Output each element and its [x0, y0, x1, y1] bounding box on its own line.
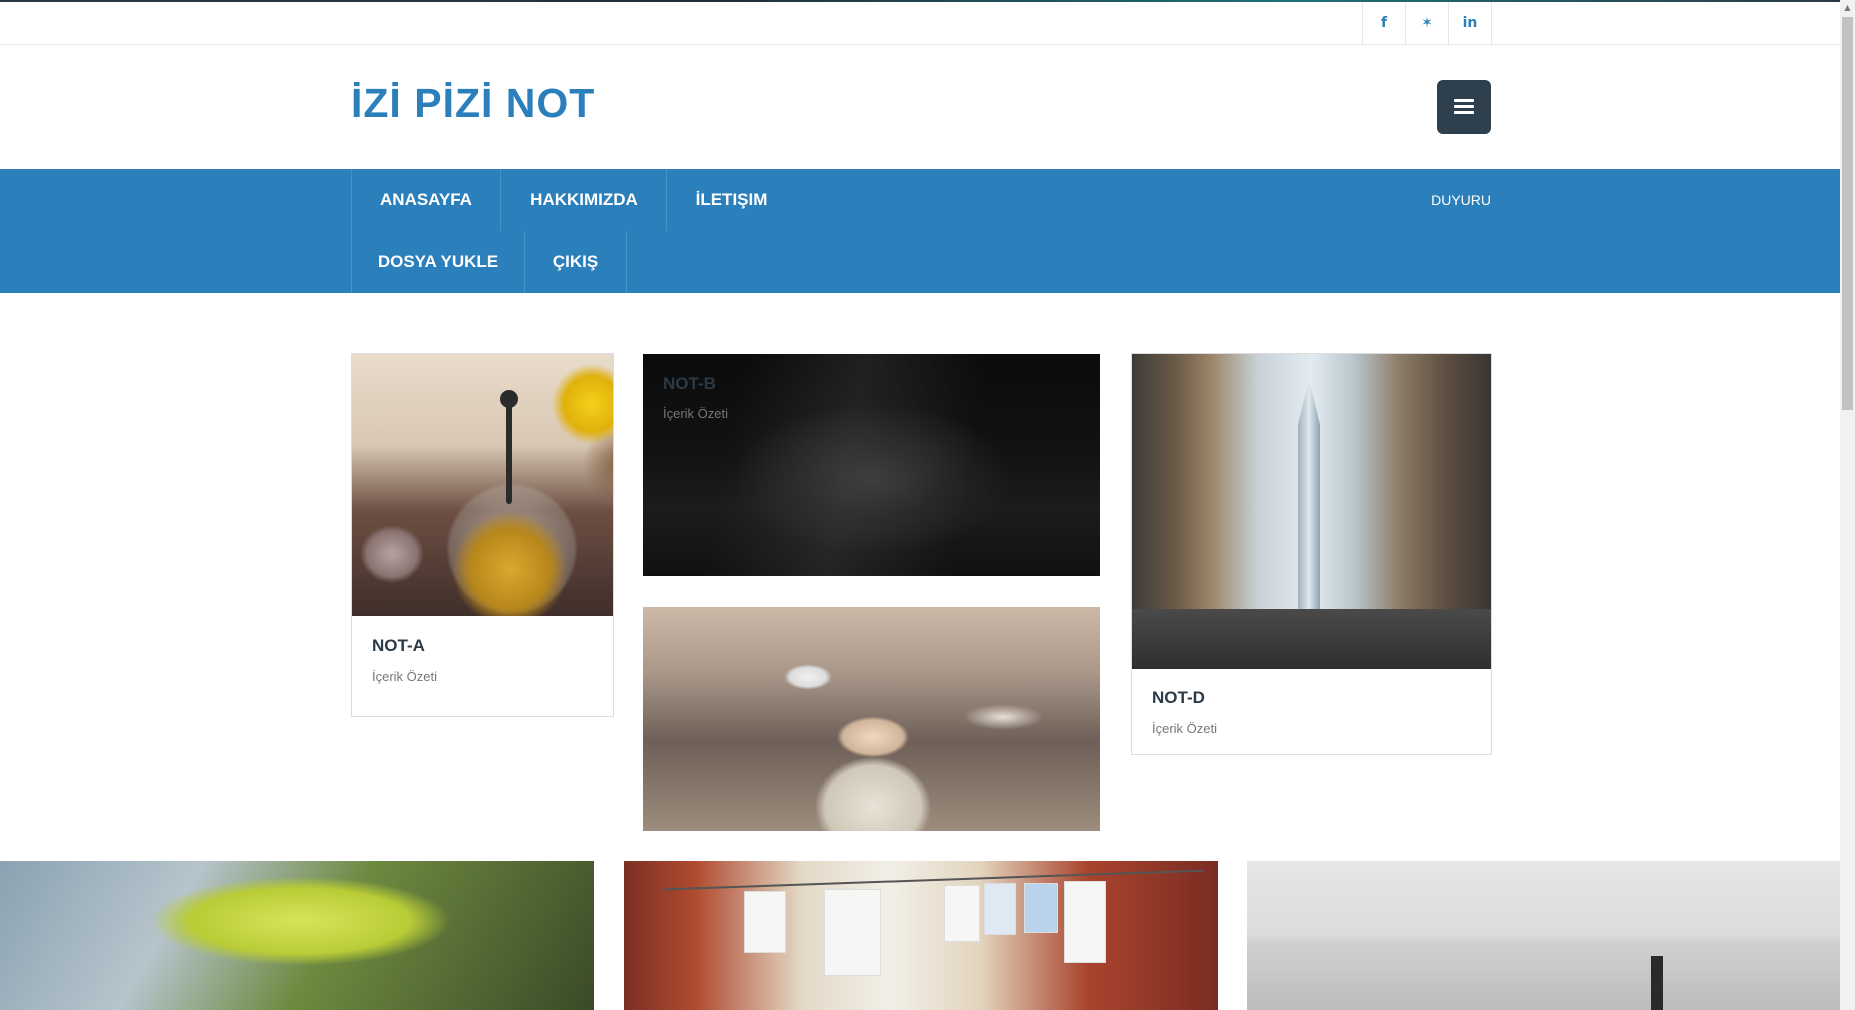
card-image-teapot [352, 354, 613, 616]
card-image-city [1132, 354, 1491, 669]
card-title[interactable]: NOT-A [372, 636, 425, 656]
laundry-cloth [1064, 881, 1106, 963]
card-summary: İçerik Özeti [1152, 721, 1218, 736]
note-card-a[interactable]: NOT-A İçerik Özeti [351, 353, 614, 717]
linkedin-icon[interactable]: in [1449, 2, 1492, 44]
laundry-line [664, 869, 1204, 891]
sea-post [1651, 956, 1663, 1010]
laundry-cloth [944, 885, 980, 942]
laundry-cloth [1024, 883, 1058, 933]
top-bar: f ✶ in [0, 2, 1840, 45]
social-links: f ✶ in [1362, 2, 1492, 44]
nav-item-cikis[interactable]: ÇIKIŞ [524, 231, 627, 293]
main-nav: ANASAYFA HAKKIMIZDA İLETIŞIM DOSYA YUKLE… [0, 169, 1840, 293]
strip-image-laundry[interactable] [624, 861, 1218, 1010]
strip-image-leaf[interactable] [0, 861, 594, 1010]
nav-item-iletisim[interactable]: İLETIŞIM [666, 169, 796, 231]
card-summary: İçerik Özeti [372, 669, 438, 684]
nav-item-anasayfa[interactable]: ANASAYFA [351, 169, 500, 231]
twitter-icon[interactable]: ✶ [1406, 2, 1449, 44]
card-title[interactable]: NOT-D [1152, 688, 1205, 708]
image-card-street[interactable] [643, 607, 1100, 831]
city-road [1132, 609, 1491, 669]
site-logo[interactable]: İZİ PİZİ NOT [351, 80, 595, 127]
teapot-plunger [506, 394, 512, 504]
scroll-thumb[interactable] [1842, 17, 1853, 410]
scrollbar[interactable]: ▲ [1840, 0, 1855, 1010]
card-image-street [643, 607, 1100, 831]
nav-item-dosya-yukle[interactable]: DOSYA YUKLE [351, 231, 524, 293]
scroll-up-icon[interactable]: ▲ [1840, 0, 1855, 15]
nav-announcement[interactable]: DUYURU [1431, 169, 1491, 231]
hamburger-icon [1454, 99, 1474, 115]
strip-image-sea[interactable] [1247, 861, 1840, 1010]
facebook-icon[interactable]: f [1363, 2, 1406, 44]
card-summary: İçerik Özeti [663, 406, 729, 421]
laundry-cloth [824, 889, 881, 976]
page: f ✶ in İZİ PİZİ NOT ANASAYFA HAKKIMIZDA … [0, 0, 1840, 1010]
card-title[interactable]: NOT-B [663, 374, 716, 394]
note-card-d[interactable]: NOT-D İçerik Özeti [1131, 353, 1492, 755]
laundry-cloth [744, 891, 786, 953]
laundry-cloth [984, 883, 1016, 935]
nav-item-hakkimizda[interactable]: HAKKIMIZDA [500, 169, 667, 231]
note-card-b[interactable]: NOT-B İçerik Özeti [643, 354, 1100, 576]
menu-button[interactable] [1437, 80, 1491, 134]
